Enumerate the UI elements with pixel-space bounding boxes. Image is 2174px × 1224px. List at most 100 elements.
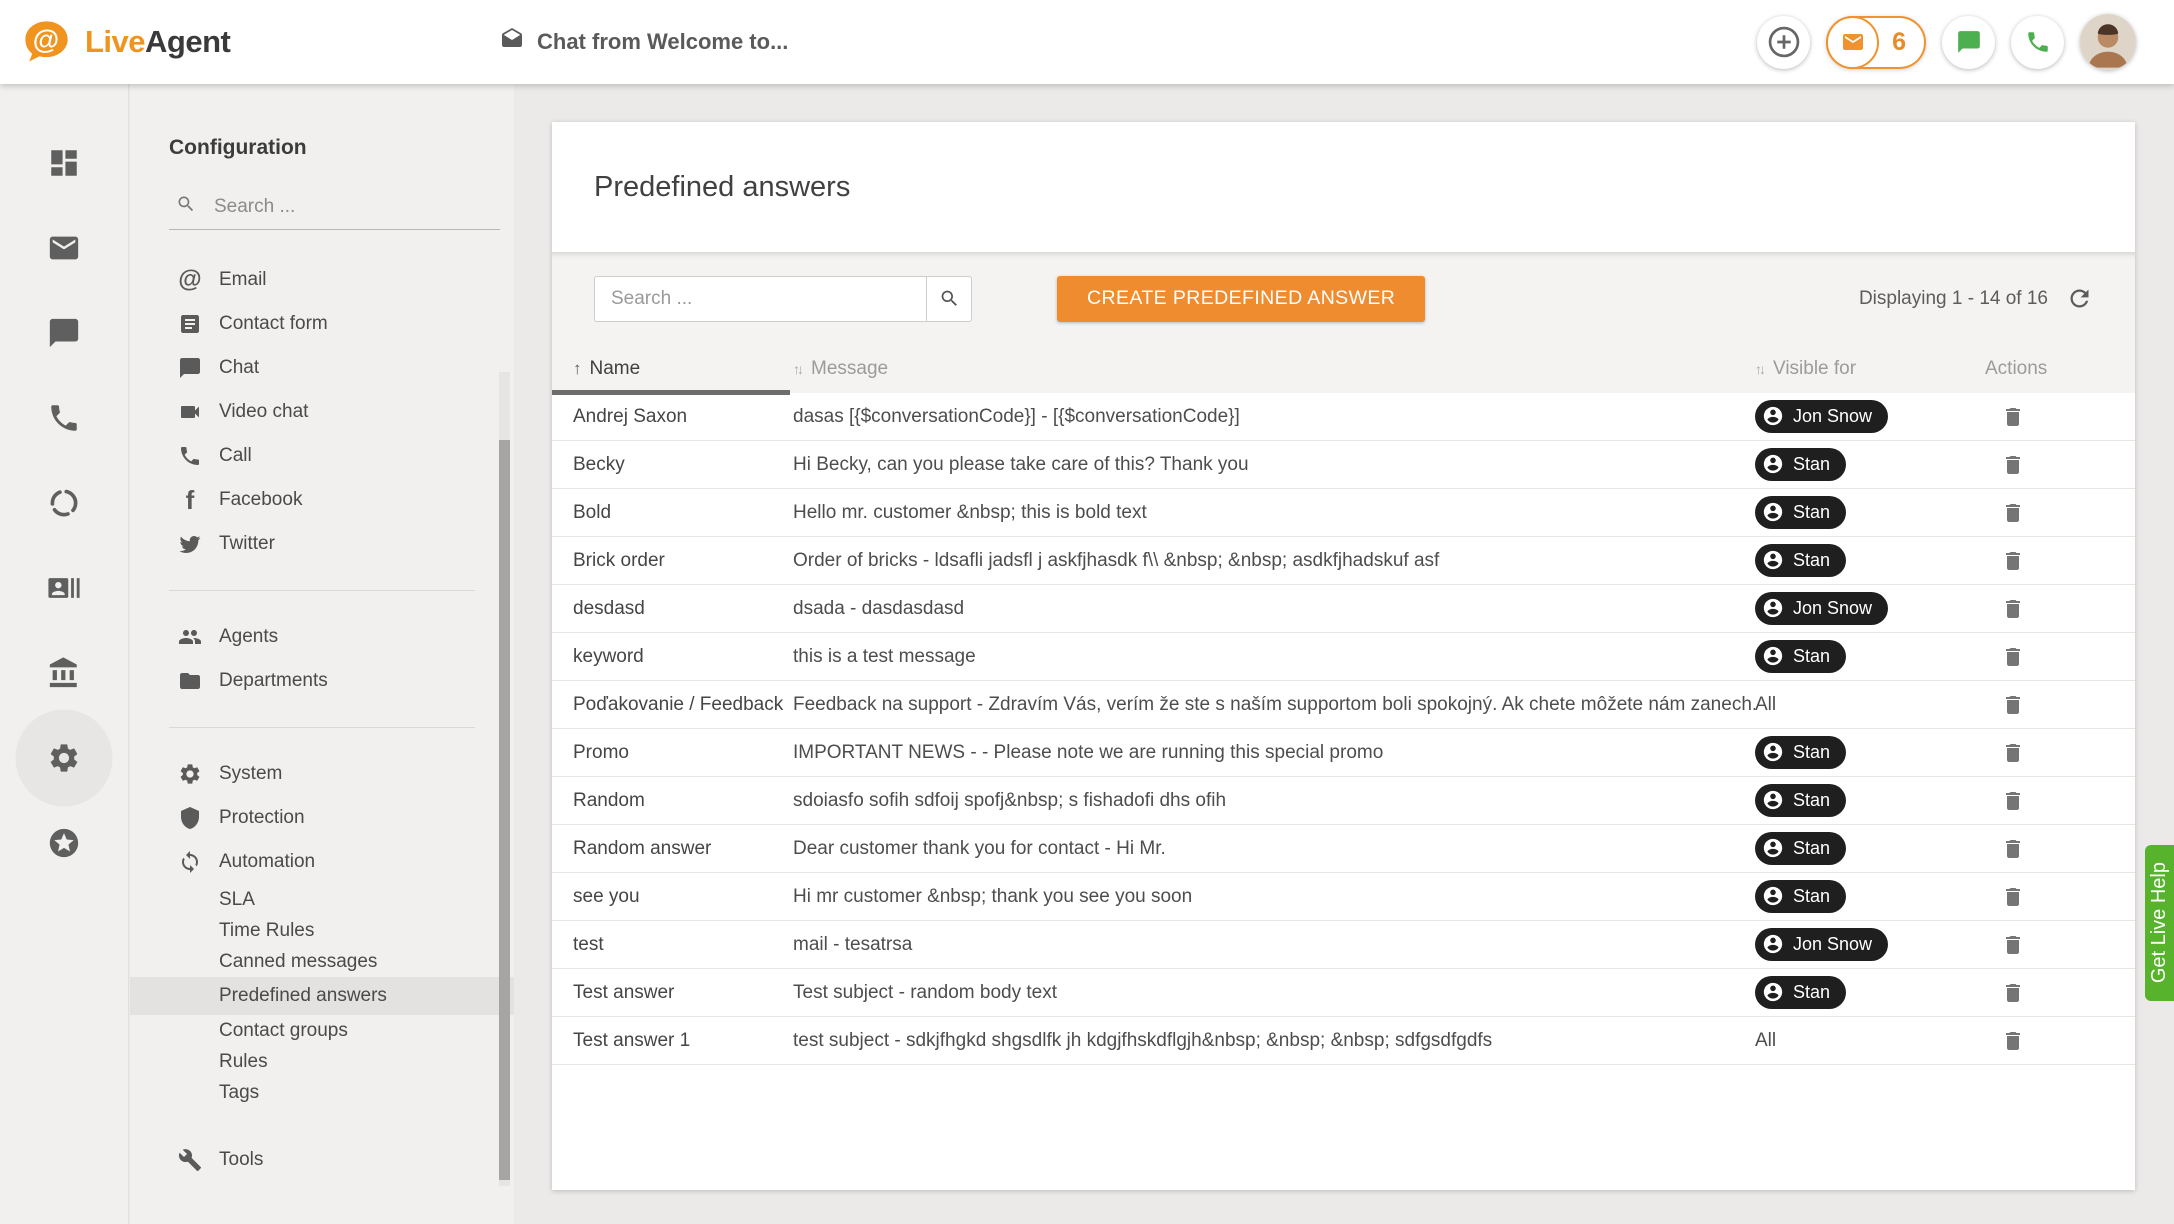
config-item-departments[interactable]: Departments <box>130 659 514 703</box>
config-item-agents[interactable]: Agents <box>130 615 514 659</box>
configuration-search-input[interactable] <box>214 196 500 218</box>
config-item-video-chat[interactable]: Video chat <box>130 390 514 434</box>
table-row[interactable]: Andrej Saxondasas [{$conversationCode}] … <box>552 393 2135 441</box>
config-subitem-rules[interactable]: Rules <box>130 1046 514 1077</box>
cell-actions <box>1985 789 2135 813</box>
delete-button[interactable] <box>2001 981 2025 1005</box>
liveagent-logo[interactable]: @ LiveAgent <box>20 16 230 68</box>
table-row[interactable]: Test answer 1test subject - sdkjfhgkd sh… <box>552 1017 2135 1065</box>
config-item-protection[interactable]: Protection <box>130 796 514 840</box>
table-row[interactable]: Test answerTest subject - random body te… <box>552 969 2135 1017</box>
table-row[interactable]: PromoIMPORTANT NEWS - - Please note we a… <box>552 729 2135 777</box>
column-header-message[interactable]: ↑↓ Message <box>793 358 1755 380</box>
config-item-contact-form[interactable]: Contact form <box>130 302 514 346</box>
config-subitem-tags[interactable]: Tags <box>130 1077 514 1108</box>
rail-item-tickets[interactable] <box>38 222 90 274</box>
create-predefined-answer-button[interactable]: CREATE PREDEFINED ANSWER <box>1057 276 1425 322</box>
column-header-visible-for[interactable]: ↑↓ Visible for <box>1755 358 1985 380</box>
agent-badge-label: Stan <box>1793 502 1830 523</box>
delete-button[interactable] <box>2001 597 2025 621</box>
cell-visible-for: Stan <box>1755 976 1985 1010</box>
config-subitem-sla[interactable]: SLA <box>130 884 514 915</box>
table-row[interactable]: keywordthis is a test messageStan <box>552 633 2135 681</box>
delete-button[interactable] <box>2001 453 2025 477</box>
delete-button[interactable] <box>2001 693 2025 717</box>
calls-button[interactable] <box>2011 16 2064 69</box>
cell-actions <box>1985 741 2135 765</box>
open-ticket-tab[interactable]: Chat from Welcome to... <box>500 0 788 84</box>
menu-item-label: Automation <box>219 851 315 873</box>
table-row[interactable]: Random answerDear customer thank you for… <box>552 825 2135 873</box>
config-subitem-time-rules[interactable]: Time Rules <box>130 915 514 946</box>
delete-button[interactable] <box>2001 741 2025 765</box>
agent-badge: Stan <box>1755 976 1846 1009</box>
config-item-chat[interactable]: Chat <box>130 346 514 390</box>
agent-badge-label: Stan <box>1793 646 1830 667</box>
tickets-counter-button[interactable]: 6 <box>1826 16 1926 69</box>
table-search-button[interactable] <box>926 276 972 322</box>
sort-both-icon: ↑↓ <box>793 361 801 377</box>
delete-button[interactable] <box>2001 645 2025 669</box>
delete-button[interactable] <box>2001 501 2025 525</box>
config-item-facebook[interactable]: fFacebook <box>130 478 514 522</box>
rail-item-settings[interactable] <box>38 732 90 784</box>
refresh-button[interactable] <box>2066 285 2093 312</box>
agent-badge: Stan <box>1755 448 1846 481</box>
add-button[interactable] <box>1757 16 1810 69</box>
config-subitem-contact-groups[interactable]: Contact groups <box>130 1015 514 1046</box>
config-item-system[interactable]: System <box>130 752 514 796</box>
table-row[interactable]: Randomsdoiasfo sofih sdfoij spofj&nbsp; … <box>552 777 2135 825</box>
config-item-email[interactable]: @Email <box>130 258 514 302</box>
table-search-input[interactable] <box>594 276 926 322</box>
rail-item-company[interactable] <box>38 647 90 699</box>
rail-item-dashboard[interactable] <box>38 137 90 189</box>
column-header-name[interactable]: ↑ Name <box>552 358 793 380</box>
config-item-call[interactable]: Call <box>130 434 514 478</box>
cell-name: Test answer <box>552 982 793 1004</box>
top-bar: @ LiveAgent Chat from Welcome to... 6 <box>0 0 2174 84</box>
person-icon <box>1762 453 1784 475</box>
config-subitem-canned-messages[interactable]: Canned messages <box>130 946 514 977</box>
table-row[interactable]: desdasddsada - dasdasdasdJon Snow <box>552 585 2135 633</box>
agent-badge: Stan <box>1755 544 1846 577</box>
table-row[interactable]: Poďakovanie / FeedbackFeedback na suppor… <box>552 681 2135 729</box>
delete-button[interactable] <box>2001 549 2025 573</box>
rail-item-contacts[interactable] <box>38 562 90 614</box>
delete-button[interactable] <box>2001 933 2025 957</box>
chats-button[interactable] <box>1942 16 1995 69</box>
cell-name: Random <box>552 790 793 812</box>
avatar-photo <box>2080 14 2136 70</box>
table-row[interactable]: Brick orderOrder of bricks - ldsafli jad… <box>552 537 2135 585</box>
config-subitem-predefined-answers[interactable]: Predefined answers <box>130 977 514 1015</box>
delete-button[interactable] <box>2001 789 2025 813</box>
person-icon <box>1762 645 1784 667</box>
delete-button[interactable] <box>2001 885 2025 909</box>
rail-item-loop[interactable] <box>38 477 90 529</box>
cell-name: desdasd <box>552 598 793 620</box>
menu-item-label: Agents <box>219 626 278 648</box>
rail-item-calls[interactable] <box>38 392 90 444</box>
delete-button[interactable] <box>2001 837 2025 861</box>
agent-badge-label: Stan <box>1793 886 1830 907</box>
chat-icon <box>178 356 202 380</box>
user-avatar[interactable] <box>2080 14 2136 70</box>
config-scrollbar-thumb[interactable] <box>499 440 510 1180</box>
person-icon <box>1762 837 1784 859</box>
facebook-icon: f <box>186 487 195 513</box>
table-header: ↑ Name ↑↓ Message ↑↓ Visible for Actions <box>552 345 2135 393</box>
person-icon <box>1762 789 1784 811</box>
delete-button[interactable] <box>2001 405 2025 429</box>
table-row[interactable]: testmail - tesatrsaJon Snow <box>552 921 2135 969</box>
config-item-tools[interactable]: Tools <box>130 1138 514 1182</box>
cell-actions <box>1985 981 2135 1005</box>
config-item-twitter[interactable]: Twitter <box>130 522 514 566</box>
delete-button[interactable] <box>2001 1029 2025 1053</box>
config-item-automation[interactable]: Automation <box>130 840 514 884</box>
table-row[interactable]: BoldHello mr. customer &nbsp; this is bo… <box>552 489 2135 537</box>
rail-item-upgrade[interactable] <box>38 817 90 869</box>
table-row[interactable]: see youHi mr customer &nbsp; thank you s… <box>552 873 2135 921</box>
trash-icon <box>2001 549 2025 573</box>
rail-item-chats[interactable] <box>38 307 90 359</box>
table-row[interactable]: BeckyHi Becky, can you please take care … <box>552 441 2135 489</box>
get-live-help-tab[interactable]: Get Live Help <box>2145 845 2174 1001</box>
